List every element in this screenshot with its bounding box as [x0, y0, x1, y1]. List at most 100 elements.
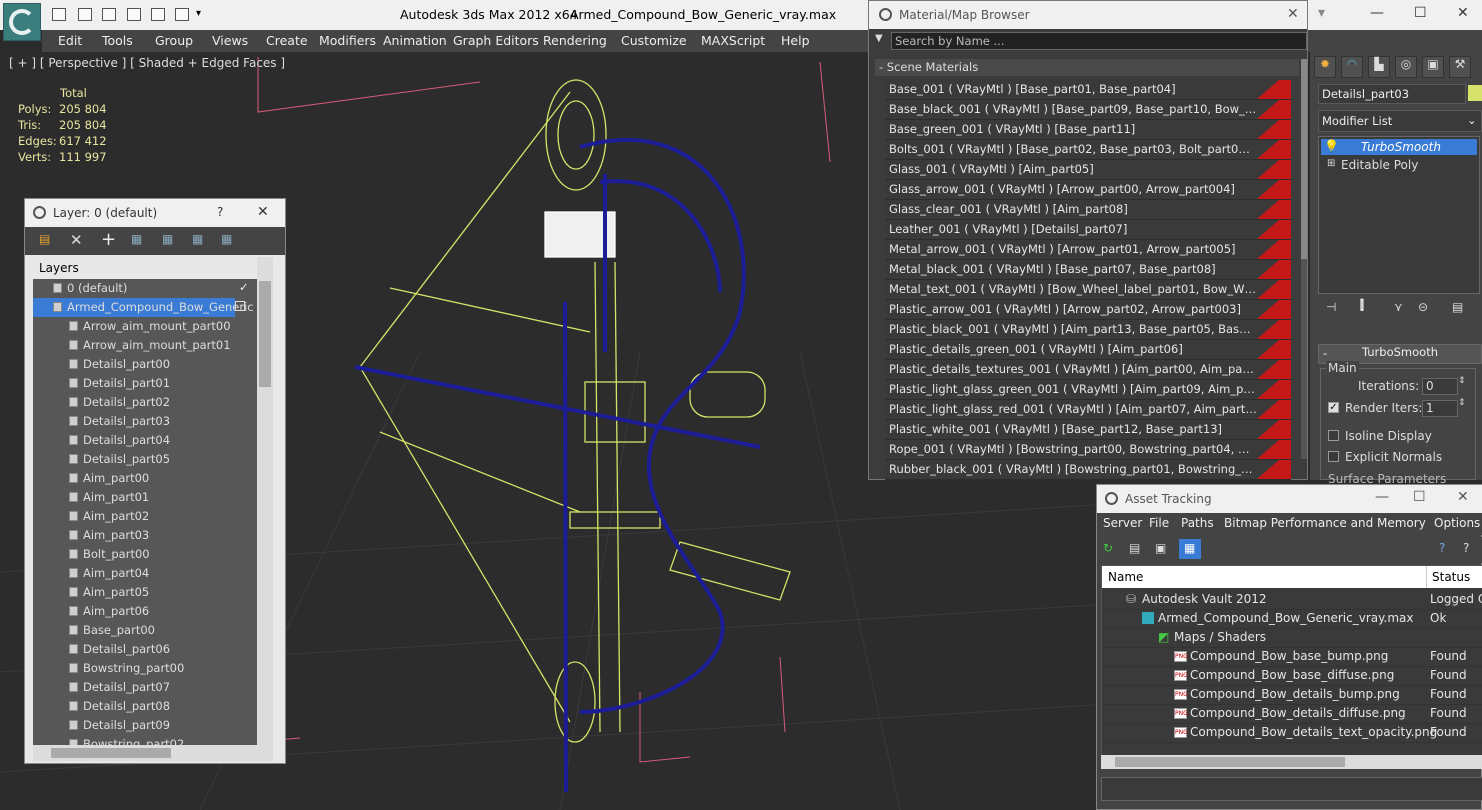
material-item[interactable]: Plastic_black_001 ( VRayMtl ) [Aim_part1… [885, 320, 1291, 340]
asset-row[interactable]: ⛁ Autodesk Vault 2012 Logged O [1102, 590, 1482, 610]
material-item[interactable]: Plastic_light_glass_red_001 ( VRayMtl ) … [885, 400, 1291, 420]
add-to-layer-icon[interactable]: + [101, 229, 116, 250]
render-iters-spinner[interactable]: 1 [1422, 400, 1458, 417]
hold-icon[interactable] [151, 8, 165, 21]
isoline-checkbox[interactable] [1328, 430, 1339, 441]
utilities-tab-icon[interactable]: ⚒ [1449, 56, 1471, 78]
scroll-thumb[interactable] [1301, 59, 1307, 259]
asset-horizontal-scrollbar[interactable] [1101, 755, 1482, 769]
menu-server[interactable]: Server [1103, 516, 1142, 530]
stack-item-turbosmooth[interactable]: 💡 TurboSmooth [1321, 139, 1477, 155]
list-view-icon[interactable]: ▤ [1129, 541, 1140, 555]
layer-box-icon[interactable] [235, 301, 245, 311]
material-item[interactable]: Glass_001 ( VRayMtl ) [Aim_part05] [885, 160, 1291, 180]
material-item[interactable]: Base_green_001 ( VRayMtl ) [Base_part11] [885, 120, 1291, 140]
close-icon[interactable]: ✕ [1287, 6, 1299, 22]
maximize-icon[interactable]: ☐ [1414, 5, 1427, 21]
fetch-icon[interactable] [175, 8, 189, 21]
layer-horizontal-scrollbar[interactable] [33, 745, 273, 761]
material-item[interactable]: Metal_arrow_001 ( VRayMtl ) [Arrow_part0… [885, 240, 1291, 260]
make-unique-icon[interactable]: ⋎ [1394, 300, 1403, 314]
asset-row[interactable]: PNG Compound_Bow_details_bump.png Found [1102, 685, 1482, 705]
material-item[interactable]: Glass_arrow_001 ( VRayMtl ) [Arrow_part0… [885, 180, 1291, 200]
menu-views[interactable]: Views [212, 33, 248, 48]
material-item[interactable]: Base_001 ( VRayMtl ) [Base_part01, Base_… [885, 80, 1291, 100]
refresh-icon[interactable]: ↻ [1103, 541, 1113, 555]
close-icon[interactable]: ✕ [1457, 5, 1469, 21]
new-file-icon[interactable] [52, 8, 66, 21]
layer-item[interactable]: Base_part00 [33, 621, 257, 640]
asset-row[interactable]: PNG Compound_Bow_details_text_opacity.pn… [1102, 723, 1482, 743]
scroll-thumb[interactable] [1115, 757, 1345, 767]
configure-sets-icon[interactable]: ▤ [1452, 300, 1463, 314]
material-scrollbar[interactable] [1301, 59, 1307, 459]
material-item[interactable]: Plastic_details_green_001 ( VRayMtl ) [A… [885, 340, 1291, 360]
spinner-arrows-icon[interactable]: ⇕ [1458, 398, 1466, 408]
object-color-swatch[interactable] [1468, 85, 1482, 101]
thumbnail-view-icon[interactable]: ▣ [1155, 541, 1166, 555]
layer-item[interactable]: Arrow_aim_mount_part01 [33, 336, 257, 355]
delete-layer-icon[interactable]: ✕ [70, 231, 83, 249]
menu-create[interactable]: Create [266, 33, 308, 48]
material-item[interactable]: Bolts_001 ( VRayMtl ) [Base_part02, Base… [885, 140, 1291, 160]
layer-item[interactable]: Detailsl_part01 [33, 374, 257, 393]
iterations-spinner[interactable]: 0 [1422, 378, 1458, 395]
layer-item[interactable]: Aim_part04 [33, 564, 257, 583]
layer-item[interactable]: Detailsl_part05 [33, 450, 257, 469]
layer-item[interactable]: Aim_part03 [33, 526, 257, 545]
app-logo-icon[interactable] [3, 3, 41, 41]
asset-row[interactable]: PNG Compound_Bow_base_bump.png Found [1102, 647, 1482, 667]
layer-item[interactable]: 0 (default) ✓ [33, 279, 257, 298]
layer-vertical-scrollbar[interactable] [257, 257, 273, 745]
menu-file[interactable]: File [1149, 516, 1169, 530]
select-objects-icon[interactable]: ▦ [131, 232, 142, 246]
close-icon[interactable]: ✕ [257, 204, 269, 220]
material-item[interactable]: Metal_text_001 ( VRayMtl ) [Bow_Wheel_la… [885, 280, 1291, 300]
create-tab-icon[interactable]: ✹ [1314, 56, 1336, 78]
object-name-field[interactable]: Detailsl_part03 [1318, 84, 1466, 104]
layer-item[interactable]: Aim_part06 [33, 602, 257, 621]
layer-item[interactable]: Arrow_aim_mount_part00 [33, 317, 257, 336]
material-item[interactable]: Plastic_arrow_001 ( VRayMtl ) [Arrow_par… [885, 300, 1291, 320]
asset-row[interactable]: PNG Compound_Bow_base_diffuse.png Found [1102, 666, 1482, 686]
table-view-icon[interactable]: ▦ [1179, 539, 1201, 559]
explicit-normals-checkbox[interactable] [1328, 451, 1339, 462]
menu-options[interactable]: Options [1434, 516, 1480, 530]
modify-tab-icon[interactable]: ◠ [1341, 56, 1363, 78]
help-icon[interactable]: ? [217, 205, 223, 219]
help-dropdown-icon[interactable]: ▾ [1318, 5, 1325, 21]
maximize-icon[interactable]: ☐ [1413, 489, 1426, 505]
whats-this-icon[interactable]: ? [1463, 541, 1469, 555]
minimize-icon[interactable]: — [1370, 5, 1384, 21]
material-item[interactable]: Rope_001 ( VRayMtl ) [Bowstring_part00, … [885, 440, 1291, 460]
expand-icon[interactable]: ⊞ [1327, 158, 1335, 169]
viewport-label[interactable]: [ + ] [ Perspective ] [ Shaded + Edged F… [9, 56, 285, 70]
help-icon[interactable]: ? [1439, 541, 1445, 555]
material-item[interactable]: Base_black_001 ( VRayMtl ) [Base_part09,… [885, 100, 1291, 120]
layer-item[interactable]: Bolt_part00 [33, 545, 257, 564]
scroll-thumb[interactable] [259, 281, 271, 387]
layer-item[interactable]: Detailsl_part06 [33, 640, 257, 659]
material-item[interactable]: Rubber_black_001 ( VRayMtl ) [Bowstring_… [885, 460, 1291, 480]
scroll-thumb[interactable] [51, 748, 171, 758]
layer-item[interactable]: Detailsl_part09 [33, 716, 257, 735]
material-item[interactable]: Plastic_details_textures_001 ( VRayMtl )… [885, 360, 1291, 380]
layer-item[interactable]: Detailsl_part07 [33, 678, 257, 697]
material-item[interactable]: Plastic_white_001 ( VRayMtl ) [Base_part… [885, 420, 1291, 440]
menu-modifiers[interactable]: Modifiers [319, 33, 376, 48]
freeze-all-icon[interactable]: ▦ [221, 232, 232, 246]
layer-item-selected[interactable]: Armed_Compound_Bow_Generic [33, 298, 254, 317]
layer-item[interactable]: Aim_part01 [33, 488, 257, 507]
asset-path-field[interactable] [1101, 777, 1482, 801]
close-icon[interactable]: ✕ [1457, 489, 1469, 505]
hierarchy-tab-icon[interactable]: ▙ [1368, 56, 1390, 78]
create-layer-icon[interactable]: ▤ [39, 232, 50, 246]
material-item[interactable]: Glass_clear_001 ( VRayMtl ) [Aim_part08] [885, 200, 1291, 220]
menu-tools[interactable]: Tools [102, 33, 133, 48]
lightbulb-icon[interactable]: 💡 [1324, 139, 1339, 153]
asset-row[interactable]: Armed_Compound_Bow_Generic_vray.max Ok [1102, 609, 1482, 629]
browser-options-icon[interactable]: ▼ [875, 33, 883, 44]
remove-modifier-icon[interactable]: ⊝ [1418, 300, 1428, 314]
menu-graph-editors[interactable]: Graph Editors [453, 33, 539, 48]
asset-row[interactable]: ◩ Maps / Shaders [1102, 628, 1482, 648]
